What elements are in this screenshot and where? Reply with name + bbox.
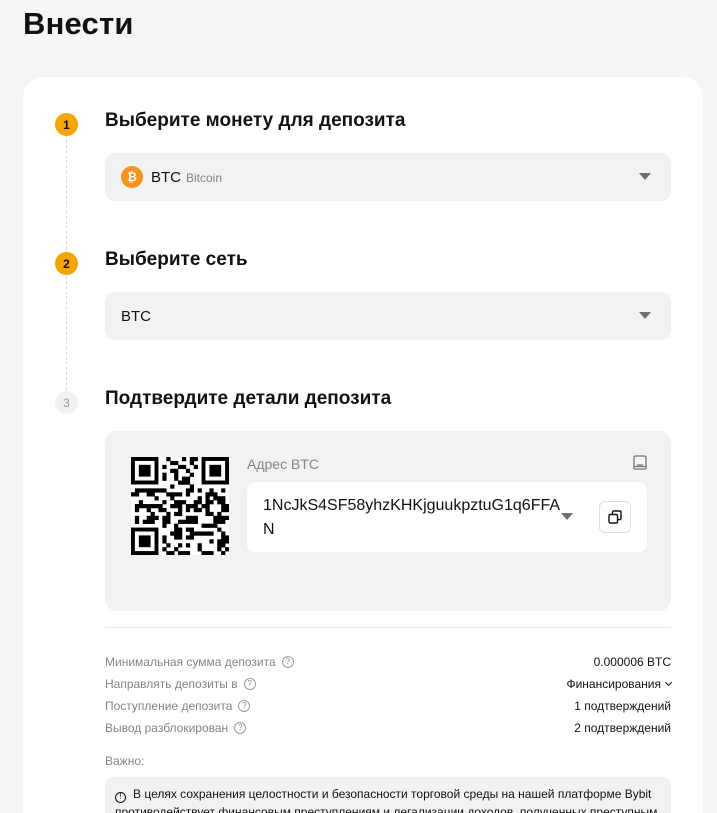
step-2-title: Выберите сеть [105, 249, 248, 270]
divider [105, 627, 671, 628]
detail-row-withdrawal-unlock: Вывод разблокирован? 2 подтверждений [105, 719, 671, 737]
deposit-account-dropdown[interactable]: Финансирования [566, 677, 673, 691]
coin-select[interactable]: ₿ BTC Bitcoin [105, 153, 671, 201]
network-select[interactable]: BTC [105, 292, 671, 340]
step-2-number: 2 [55, 252, 78, 275]
caret-down-icon[interactable] [561, 513, 573, 520]
address-label: Адрес BTC [247, 456, 319, 472]
step-1-title: Выберите монету для депозита [105, 110, 406, 131]
detail-label: Минимальная сумма депозита [105, 655, 276, 669]
detail-value: 1 подтверждений [574, 699, 671, 713]
detail-label: Направлять депозиты в [105, 677, 238, 691]
step-1-number: 1 [55, 113, 78, 136]
page-title: Внести [23, 6, 134, 41]
detail-row-deposit-to: Направлять депозиты в? Финансирования [105, 675, 673, 693]
important-notice: ! В целях сохранения целостности и безопа… [105, 777, 671, 813]
detail-value: 2 подтверждений [574, 721, 671, 735]
copy-address-button[interactable] [599, 501, 631, 533]
address-field[interactable]: 1NcJkS4SF58yhzKHKjguukpztuG1q6FFAN [247, 482, 647, 552]
help-icon[interactable]: ? [238, 700, 251, 712]
copy-icon [608, 510, 622, 524]
important-label: Важно: [105, 754, 145, 768]
help-icon[interactable]: ? [243, 678, 256, 690]
help-icon[interactable]: ? [281, 656, 294, 668]
info-icon: ! [115, 791, 126, 803]
detail-value: Финансирования [566, 677, 661, 691]
bitcoin-icon: ₿ [121, 166, 143, 188]
address-book-icon[interactable] [633, 455, 647, 470]
notice-text: В целях сохранения целостности и безопас… [115, 787, 658, 813]
qr-code[interactable] [131, 457, 229, 555]
deposit-address: 1NcJkS4SF58yhzKHKjguukpztuG1q6FFAN [263, 497, 561, 538]
caret-down-icon [639, 312, 651, 319]
step-3-title: Подтвердите детали депозита [105, 388, 392, 409]
detail-label: Поступление депозита [105, 699, 233, 713]
coin-name: Bitcoin [186, 171, 223, 185]
detail-label: Вывод разблокирован [105, 721, 229, 735]
step-3-number: 3 [55, 391, 78, 414]
deposit-details-box: Адрес BTC 1NcJkS4SF58yhzKHKjguukpztuG1q6… [105, 431, 671, 611]
detail-row-min-deposit: Минимальная сумма депозита? 0.000006 BTC [105, 653, 671, 671]
detail-value: 0.000006 BTC [593, 655, 671, 669]
help-icon[interactable]: ? [234, 722, 247, 734]
network-value: BTC [121, 307, 151, 325]
detail-row-deposit-arrival: Поступление депозита? 1 подтверждений [105, 697, 671, 715]
coin-symbol: BTC [151, 168, 181, 186]
chevron-down-icon [664, 678, 673, 687]
caret-down-icon [639, 173, 651, 180]
